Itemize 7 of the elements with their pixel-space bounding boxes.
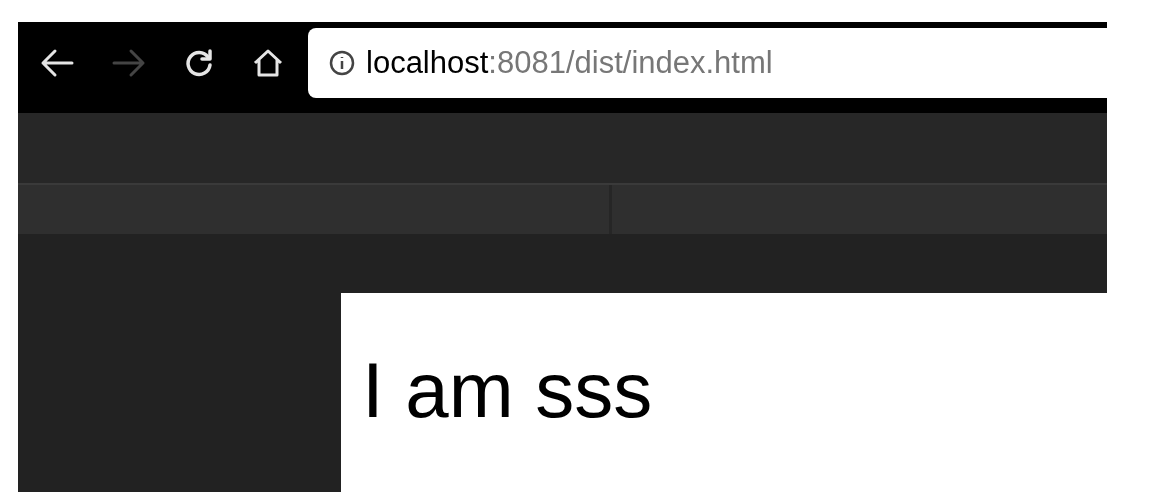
- page-heading: I am sss: [362, 351, 654, 429]
- back-icon[interactable]: [40, 48, 74, 78]
- reload-icon[interactable]: [184, 48, 214, 78]
- home-icon[interactable]: [252, 48, 284, 78]
- info-icon: [328, 49, 356, 77]
- url-text: localhost:8081/dist/index.html: [366, 43, 773, 82]
- address-bar[interactable]: localhost:8081/dist/index.html: [308, 28, 1107, 98]
